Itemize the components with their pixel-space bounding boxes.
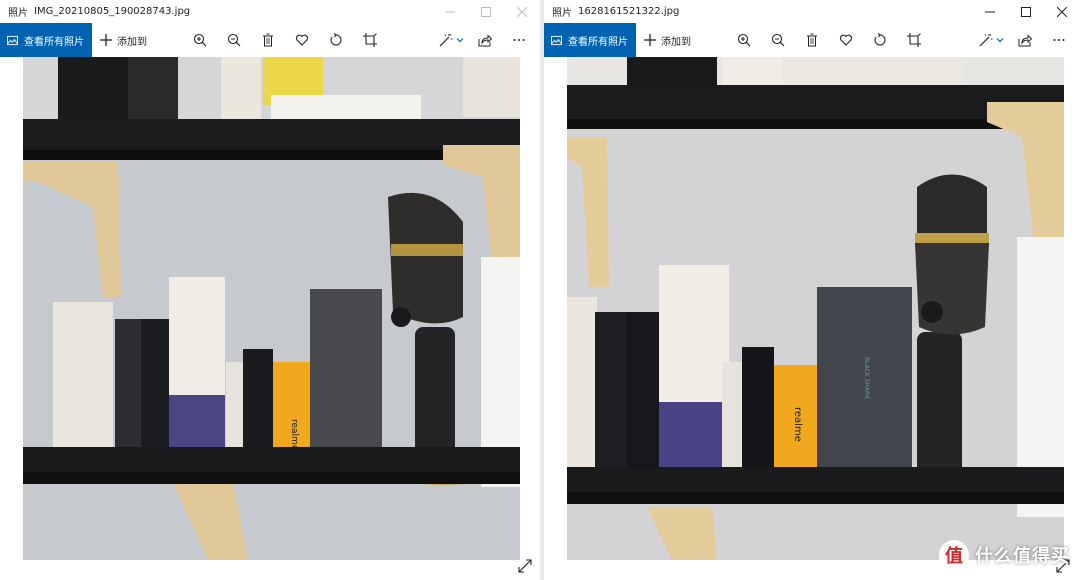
title-bar[interactable]: 照片 IMG_20210805_190028743.jpg — [0, 0, 540, 23]
close-button[interactable] — [1044, 0, 1080, 23]
rotate-icon — [874, 33, 886, 46]
photo-icon — [551, 35, 562, 45]
fullscreen-button[interactable] — [516, 557, 534, 575]
delete-icon — [807, 33, 817, 47]
shelf-photo: realme — [23, 57, 520, 560]
minimize-button[interactable] — [972, 0, 1008, 23]
add-to-label: 添加到 — [661, 36, 691, 48]
photo-canvas[interactable]: realme — [23, 57, 520, 560]
maximize-icon — [1021, 6, 1031, 17]
watermark: 值 什么值得买 — [939, 540, 1070, 570]
delete-icon — [263, 33, 273, 47]
favorite-button[interactable] — [829, 23, 863, 57]
crop-button[interactable] — [897, 23, 931, 57]
minimize-button[interactable] — [432, 0, 468, 23]
more-icon — [513, 39, 525, 41]
app-title: 照片 — [8, 8, 28, 19]
window-controls — [432, 0, 540, 23]
enhance-button[interactable] — [434, 23, 468, 57]
photos-window-left: 照片 IMG_20210805_190028743.jpg 查看所有照片 添加到… — [0, 0, 540, 580]
toolbar-right — [974, 23, 1076, 57]
product-label: realme — [792, 407, 803, 442]
delete-button[interactable] — [251, 23, 285, 57]
favorite-icon — [295, 34, 309, 46]
rotate-icon — [330, 33, 342, 46]
photo-icon — [7, 35, 18, 45]
share-icon — [478, 34, 492, 47]
plus-icon — [100, 34, 112, 46]
view-all-photos-label: 查看所有照片 — [24, 36, 84, 48]
add-to-button[interactable]: 添加到 — [100, 33, 147, 48]
edit-tools — [183, 23, 387, 57]
window-filename: 1628161521322.jpg — [578, 6, 680, 17]
add-to-label: 添加到 — [117, 36, 147, 48]
more-button[interactable] — [1042, 23, 1076, 57]
zoom-out-icon — [771, 33, 785, 47]
add-to-button[interactable]: 添加到 — [644, 33, 691, 48]
close-button[interactable] — [504, 0, 540, 23]
edit-tools — [727, 23, 931, 57]
close-icon — [1057, 6, 1067, 17]
enhance-icon — [439, 34, 452, 47]
chevron-down-icon — [456, 38, 463, 43]
favorite-icon — [839, 34, 853, 46]
rotate-button[interactable] — [319, 23, 353, 57]
toolbar: 查看所有照片 添加到 — [544, 23, 1080, 57]
rotate-button[interactable] — [863, 23, 897, 57]
plus-icon — [644, 34, 656, 46]
crop-button[interactable] — [353, 23, 387, 57]
minimize-icon — [445, 11, 455, 12]
minimize-icon — [985, 11, 995, 12]
enhance-button[interactable] — [974, 23, 1008, 57]
favorite-button[interactable] — [285, 23, 319, 57]
more-icon — [1053, 39, 1065, 41]
box-label: BLACK SHARK — [863, 357, 870, 400]
view-all-photos-button[interactable]: 查看所有照片 — [0, 23, 92, 57]
product-label: realme — [289, 419, 299, 451]
share-button[interactable] — [1008, 23, 1042, 57]
maximize-button[interactable] — [1008, 0, 1044, 23]
zoom-out-icon — [227, 33, 241, 47]
crop-icon — [363, 33, 377, 47]
window-controls — [972, 0, 1080, 23]
delete-button[interactable] — [795, 23, 829, 57]
view-all-photos-label: 查看所有照片 — [568, 36, 628, 48]
window-filename: IMG_20210805_190028743.jpg — [34, 6, 191, 17]
share-button[interactable] — [468, 23, 502, 57]
shelf-photo: realme BLACK SHARK — [567, 57, 1064, 560]
app-title: 照片 — [552, 8, 572, 19]
title-bar[interactable]: 照片 1628161521322.jpg — [544, 0, 1080, 23]
zoom-in-button[interactable] — [727, 23, 761, 57]
toolbar: 查看所有照片 添加到 — [0, 23, 540, 57]
photos-compare-screen: 照片 IMG_20210805_190028743.jpg 查看所有照片 添加到… — [0, 0, 1080, 580]
zoom-in-button[interactable] — [183, 23, 217, 57]
photo-canvas[interactable]: realme BLACK SHARK — [567, 57, 1064, 560]
maximize-button[interactable] — [468, 0, 504, 23]
zoom-in-icon — [193, 33, 207, 47]
expand-icon — [518, 559, 532, 573]
crop-icon — [907, 33, 921, 47]
share-icon — [1018, 34, 1032, 47]
close-icon — [517, 6, 527, 17]
view-all-photos-button[interactable]: 查看所有照片 — [544, 23, 636, 57]
enhance-icon — [979, 34, 992, 47]
zoom-out-button[interactable] — [217, 23, 251, 57]
watermark-logo: 值 — [939, 540, 969, 570]
chevron-down-icon — [996, 38, 1003, 43]
toolbar-right — [434, 23, 536, 57]
watermark-text: 什么值得买 — [975, 546, 1070, 567]
photos-window-right: 照片 1628161521322.jpg 查看所有照片 添加到 realme B… — [544, 0, 1080, 580]
maximize-icon — [481, 6, 491, 17]
more-button[interactable] — [502, 23, 536, 57]
zoom-in-icon — [737, 33, 751, 47]
zoom-out-button[interactable] — [761, 23, 795, 57]
